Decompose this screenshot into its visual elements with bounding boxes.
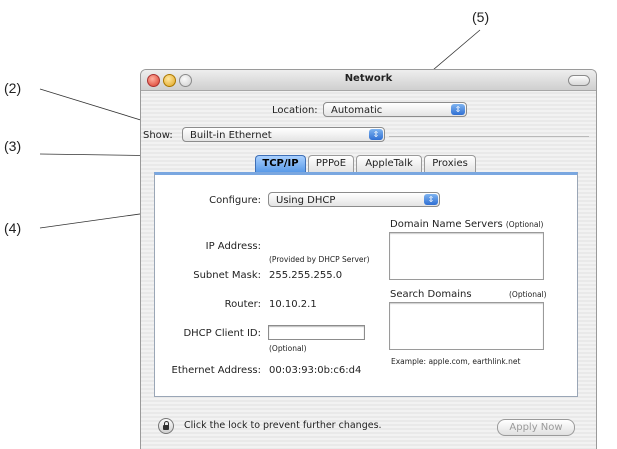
configure-value: Using DHCP: [276, 195, 336, 206]
callout-2: (2): [4, 80, 22, 96]
popup-arrows-icon: ⇕: [424, 194, 438, 205]
popup-arrows-icon: ⇕: [451, 104, 465, 115]
search-domains-field[interactable]: [389, 302, 544, 350]
dhcp-client-id-field[interactable]: [268, 325, 365, 340]
tab-appletalk[interactable]: AppleTalk: [356, 155, 422, 172]
tab-proxies[interactable]: Proxies: [424, 155, 476, 172]
popup-arrows-icon: ⇕: [369, 129, 383, 140]
dns-optional: (Optional): [505, 220, 544, 229]
tab-pppoe[interactable]: PPPoE: [308, 155, 354, 172]
subnet-mask-value: 255.255.255.0: [269, 270, 343, 281]
router-value: 10.10.2.1: [269, 299, 317, 310]
show-label: Show:: [143, 130, 173, 141]
location-label: Location:: [272, 105, 318, 116]
location-value: Automatic: [331, 105, 383, 116]
router-label: Router:: [224, 299, 261, 310]
search-domains-optional: (Optional): [509, 290, 547, 299]
callout-5: (5): [472, 9, 490, 25]
lock-icon[interactable]: [158, 418, 174, 434]
apply-now-button[interactable]: Apply Now: [497, 419, 575, 436]
ethernet-address-value: 00:03:93:0b:c6:d4: [269, 365, 362, 376]
configure-popup[interactable]: Using DHCP ⇕: [268, 192, 440, 207]
dns-label: Domain Name Servers (Optional): [390, 219, 543, 230]
dhcp-client-id-note: (Optional): [269, 344, 307, 353]
callout-3: (3): [4, 138, 22, 154]
dhcp-client-id-label: DHCP Client ID:: [183, 328, 261, 339]
callout-4: (4): [4, 220, 22, 236]
show-separator: [389, 136, 589, 137]
search-domains-label: Search Domains: [390, 289, 472, 300]
show-popup[interactable]: Built-in Ethernet ⇕: [182, 127, 385, 142]
dns-servers-field[interactable]: [389, 232, 544, 280]
tcpip-panel: Configure: Using DHCP ⇕ IP Address: (Pro…: [154, 172, 578, 397]
ip-address-label: IP Address:: [205, 241, 261, 252]
tab-tcpip[interactable]: TCP/IP: [255, 155, 306, 172]
window-title: Network: [344, 73, 393, 84]
lock-text: Click the lock to prevent further change…: [184, 420, 382, 431]
location-popup[interactable]: Automatic ⇕: [323, 102, 467, 117]
configure-label: Configure:: [209, 195, 261, 206]
show-value: Built-in Ethernet: [190, 130, 272, 141]
ethernet-address-label: Ethernet Address:: [171, 365, 261, 376]
subnet-mask-label: Subnet Mask:: [193, 270, 261, 281]
dns-title: Domain Name Servers: [390, 219, 503, 230]
toolbar-toggle-button[interactable]: [568, 75, 590, 86]
search-domains-example: Example: apple.com, earthlink.net: [391, 357, 521, 366]
network-window: Network Location: Automatic ⇕ Show: Buil…: [140, 69, 597, 449]
title-bar: Network: [141, 70, 596, 91]
ip-address-note: (Provided by DHCP Server): [269, 255, 370, 264]
